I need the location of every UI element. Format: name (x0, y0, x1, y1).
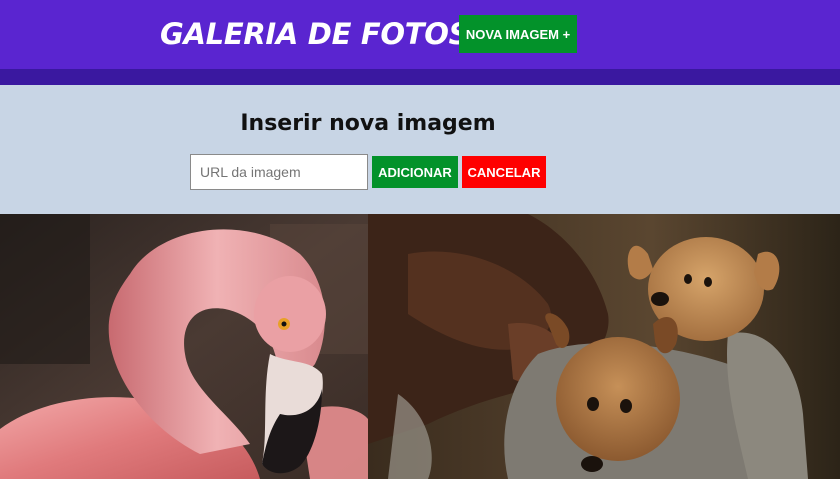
new-image-button[interactable]: NOVA IMAGEM + (459, 15, 577, 53)
gallery-image-flamingo[interactable] (0, 214, 368, 479)
add-button[interactable]: ADICIONAR (372, 156, 458, 188)
photo-gallery (0, 214, 840, 479)
cancel-button[interactable]: CANCELAR (462, 156, 546, 188)
flamingo-photo (0, 214, 368, 479)
header-divider (0, 69, 840, 85)
image-url-input[interactable] (190, 154, 368, 190)
new-image-form: Inserir nova imagem ADICIONAR CANCELAR (0, 85, 840, 214)
gallery-image-puppies[interactable] (368, 214, 840, 479)
app-header: GALERIA DE FOTOS NOVA IMAGEM + (0, 0, 840, 69)
puppies-photo (368, 214, 840, 479)
app-title: GALERIA DE FOTOS (160, 17, 470, 51)
form-title: Inserir nova imagem (240, 111, 496, 136)
